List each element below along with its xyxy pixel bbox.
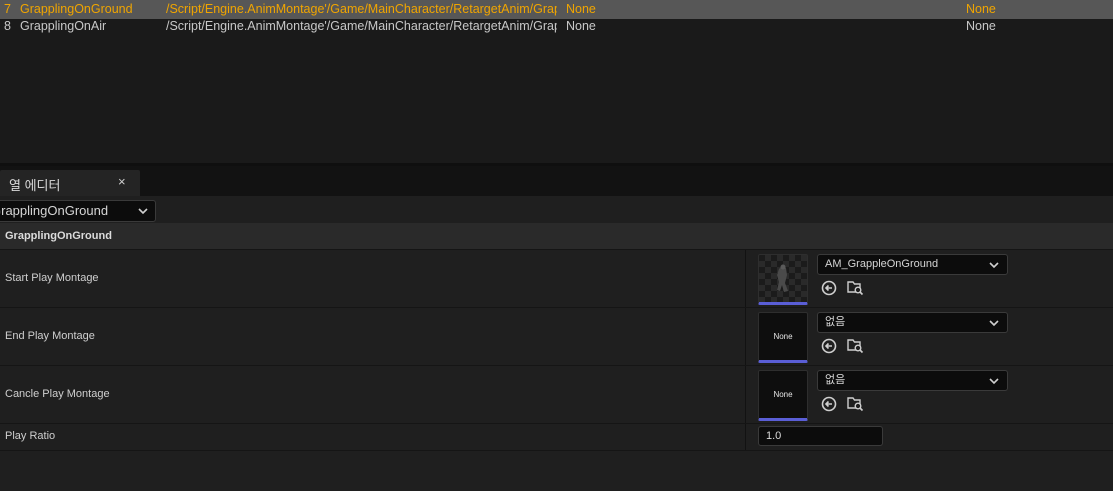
use-selected-asset-icon[interactable] (820, 279, 838, 297)
table-row[interactable]: 8 GrapplingOnAir /Script/Engine.AnimMont… (0, 17, 1113, 36)
browse-to-asset-icon[interactable] (846, 336, 864, 354)
property-label: Play Ratio (5, 430, 56, 442)
use-selected-asset-icon[interactable] (820, 337, 838, 355)
property-row-start-play-montage: Start Play Montage AM_GrappleOnGround (0, 250, 1113, 308)
property-row-end-play-montage: End Play Montage None 없음 (0, 308, 1113, 366)
chevron-down-icon (989, 320, 999, 327)
asset-thumbnail[interactable] (758, 254, 808, 305)
column-divider (745, 424, 746, 450)
row-montage-path: /Script/Engine.AnimMontage'/Game/MainCha… (166, 19, 557, 33)
category-header[interactable]: GrapplingOnGround (0, 223, 1113, 250)
browse-to-asset-icon[interactable] (846, 278, 864, 296)
asset-picker-value: 없음 (825, 316, 846, 328)
row-editor-panel: GrapplingOnGround GrapplingOnGround Star… (0, 196, 1113, 491)
data-table: 7 GrapplingOnGround /Script/Engine.AnimM… (0, 0, 1113, 163)
chevron-down-icon (989, 378, 999, 385)
column-divider (745, 366, 746, 423)
asset-picker-combo[interactable]: 없음 (817, 312, 1008, 333)
close-icon[interactable]: × (118, 174, 126, 189)
play-ratio-value: 1.0 (766, 430, 782, 442)
property-label: Cancle Play Montage (5, 388, 110, 400)
chevron-down-icon (989, 262, 999, 269)
use-selected-asset-icon[interactable] (820, 395, 838, 413)
row-cancel-montage-value: None (966, 19, 996, 33)
row-selector-value: GrapplingOnGround (0, 203, 109, 218)
tab-label: 열 에디터 (9, 178, 61, 193)
property-row-cancel-play-montage: Cancle Play Montage None 없음 (0, 366, 1113, 424)
category-title: GrapplingOnGround (5, 230, 112, 242)
asset-picker-value: AM_GrappleOnGround (825, 258, 939, 270)
row-selector-dropdown[interactable]: GrapplingOnGround (0, 200, 156, 222)
tab-bar: 열 에디터 × (0, 166, 1113, 196)
chevron-down-icon (138, 208, 148, 215)
tab-row-editor[interactable]: 열 에디터 × (0, 170, 140, 196)
property-row-play-ratio: Play Ratio 1.0 (0, 424, 1113, 451)
column-divider (745, 250, 746, 307)
asset-thumbnail[interactable]: None (758, 370, 808, 421)
play-ratio-input[interactable]: 1.0 (758, 426, 883, 446)
column-divider (745, 308, 746, 365)
asset-picker-combo[interactable]: AM_GrappleOnGround (817, 254, 1008, 275)
property-label: Start Play Montage (5, 272, 99, 284)
asset-picker-combo[interactable]: 없음 (817, 370, 1008, 391)
asset-picker-value: 없음 (825, 374, 846, 386)
browse-to-asset-icon[interactable] (846, 394, 864, 412)
character-preview-icon (777, 264, 788, 292)
row-index: 8 (4, 19, 11, 33)
row-end-montage-value: None (566, 19, 596, 33)
asset-thumbnail[interactable]: None (758, 312, 808, 363)
property-label: End Play Montage (5, 330, 95, 342)
row-name: GrapplingOnAir (20, 19, 107, 33)
